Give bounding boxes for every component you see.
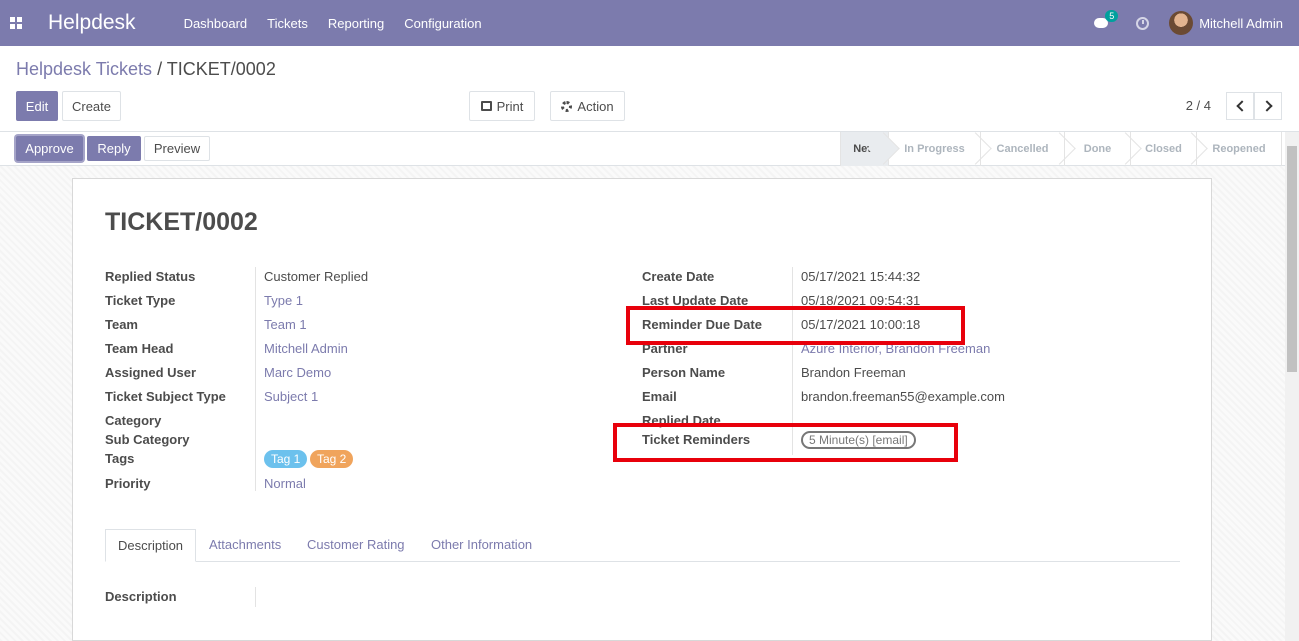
scrollbar-thumb[interactable] [1287,146,1297,372]
value-replied-status[interactable]: Customer Replied [264,269,368,284]
label-sub-category: Sub Category [105,432,190,447]
app-brand[interactable]: Helpdesk [48,11,136,35]
pager-value[interactable]: 2 / 4 [1186,98,1211,113]
label-replied-status: Replied Status [105,269,196,284]
breadcrumb-current: TICKET/0002 [166,59,276,79]
left-column-divider [255,267,256,491]
label-team-head: Team Head [105,341,174,356]
menu-configuration[interactable]: Configuration [404,16,481,31]
ticket-title: TICKET/0002 [105,208,258,236]
tab-other-information[interactable]: Other Information [419,529,544,562]
tag-badge-1[interactable]: Tag 1 [264,450,308,468]
description-divider [255,587,256,607]
stage-reopened[interactable]: Reopened [1196,132,1282,166]
stage-in-progress[interactable]: In Progress [888,132,980,166]
action-label: Action [577,98,614,114]
pager-next-button[interactable] [1254,92,1282,120]
chat-icon[interactable]: 5 [1094,10,1119,30]
chevron-right-icon [1260,100,1273,112]
highlight-box-reminder-due-date [626,306,965,345]
action-button[interactable]: Action [550,91,625,121]
label-person-name: Person Name [642,365,726,380]
pager-previous-button[interactable] [1226,92,1254,120]
main-menu: Dashboard Tickets Reporting Configuratio… [184,16,502,31]
tag-badge-2[interactable]: Tag 2 [310,450,354,468]
status-bar: Approve Reply Preview New In Progress Ca… [0,132,1299,166]
value-create-date[interactable]: 05/17/2021 15:44:32 [801,269,920,284]
value-ticket-subject-type[interactable]: Subject 1 [264,389,318,404]
apps-menu-icon[interactable] [10,17,22,29]
reply-button[interactable]: Reply [87,136,141,161]
label-priority: Priority [105,476,151,491]
form-sheet: TICKET/0002 Replied Status Ticket Type T… [72,178,1212,641]
print-icon [480,101,492,111]
tab-description[interactable]: Description [105,529,197,562]
value-team[interactable]: Team 1 [264,317,307,332]
menu-dashboard[interactable]: Dashboard [184,16,248,31]
stage-new[interactable]: New [840,132,888,166]
tab-customer-rating[interactable]: Customer Rating [295,529,417,562]
top-navbar: Helpdesk Dashboard Tickets Reporting Con… [0,0,1299,46]
create-button[interactable]: Create [62,91,121,121]
notebook-tabs: Description Attachments Customer Rating … [105,529,1180,562]
activity-clock-icon[interactable] [1136,16,1150,30]
label-assigned-user: Assigned User [105,365,197,380]
gear-icon [561,100,573,112]
chevron-left-icon [1235,100,1248,112]
avatar[interactable] [1169,11,1194,35]
label-create-date: Create Date [642,269,715,284]
label-team: Team [105,317,138,332]
stage-cancelled[interactable]: Cancelled [980,132,1064,166]
preview-button[interactable]: Preview [144,136,210,161]
stage-pipeline: New In Progress Cancelled Done Closed Re… [840,132,1282,166]
label-ticket-subject-type: Ticket Subject Type [105,389,226,404]
print-label: Print [496,98,524,114]
breadcrumb: Helpdesk Tickets / TICKET/0002 [16,59,276,80]
label-ticket-type: Ticket Type [105,293,176,308]
menu-reporting[interactable]: Reporting [328,16,384,31]
value-assigned-user[interactable]: Marc Demo [264,365,331,380]
value-ticket-type[interactable]: Type 1 [264,293,303,308]
label-description: Description [105,589,177,604]
breadcrumb-parent[interactable]: Helpdesk Tickets [16,59,152,79]
value-person-name[interactable]: Brandon Freeman [801,365,906,380]
vertical-scrollbar[interactable] [1285,132,1299,641]
approve-button[interactable]: Approve [16,136,83,161]
label-tags: Tags [105,451,135,466]
label-category: Category [105,413,162,428]
navbar-systray: 5 Mitchell Admin [1094,0,1283,46]
edit-button[interactable]: Edit [16,91,58,121]
menu-tickets[interactable]: Tickets [267,16,308,31]
label-email: Email [642,389,677,404]
highlight-box-ticket-reminders [613,423,958,462]
user-menu[interactable]: Mitchell Admin [1199,16,1283,31]
control-panel: Helpdesk Tickets / TICKET/0002 Edit Crea… [0,46,1299,132]
breadcrumb-separator: / [157,59,163,79]
value-team-head[interactable]: Mitchell Admin [264,341,348,356]
chat-badge: 5 [1105,10,1119,22]
tab-attachments[interactable]: Attachments [197,529,293,562]
value-priority[interactable]: Normal [264,476,306,491]
value-email[interactable]: brandon.freeman55@example.com [801,389,1005,404]
print-button[interactable]: Print [469,91,535,121]
